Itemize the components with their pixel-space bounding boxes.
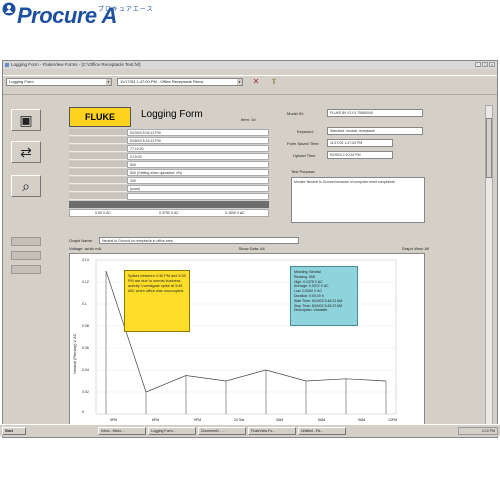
task-button[interactable]: Logging Form... [148,427,196,435]
record-select[interactable]: 11/17/03 1:47:00 PM - Office Receptacle … [117,78,243,86]
start-button[interactable]: Start [2,427,26,435]
transfer-button[interactable]: ⇄ [11,141,41,163]
grid-row: 77:10:00 [69,145,269,152]
open-form-button[interactable]: ▣ [11,109,41,131]
show-data-info: Show Data: All [238,246,265,251]
maximize-button[interactable]: □ [482,62,488,67]
delete-icon[interactable]: ✕ [251,77,261,87]
grid-summary-row: 0.00 V AC 0.3792 V AC 0.1500 V AC [69,209,269,217]
title-bar: Logging Form - FlukeView Forms - [C:\Off… [3,61,497,69]
model-label: Model ID: [287,111,305,116]
graph-name-row: Graph Name: Neutral to Ground on recepta… [69,237,469,245]
grid-row: 500 [69,161,269,168]
panel-bar[interactable] [11,237,41,246]
system-tray: 2:10 PM [458,427,498,435]
brand-kana: プロキュアエース [98,7,154,13]
form-title: Logging Form [141,109,203,120]
grid-row: 0:15:00 [69,153,269,160]
voltage-info: Voltage: ac/dc mA [69,246,102,251]
grid-row: 500 (Getting when uploaded: 4%) [69,169,269,176]
item-label: Item: 1d [241,117,256,122]
upload-time-label: Upload Time [293,153,316,158]
task-button[interactable]: FlukeView Fo... [248,427,296,435]
upload-time-field[interactable]: 5/29/03 2:10:26 PM [327,151,393,159]
form-saved-field[interactable]: 11/17/04 1:47:00 PM [327,139,393,147]
minimize-button[interactable]: _ [475,62,481,67]
annotation-note-yellow[interactable]: Spikes between 2:30 PM and 5:00 PM are d… [124,270,190,332]
x-tick: 3AM [276,418,284,422]
vertical-scrollbar[interactable] [485,105,493,427]
data-grid: 5/23/03 5:03:13 PM 5/28/03 8:15:13 PM 77… [69,129,269,231]
grid-row: 5/23/03 5:03:13 PM [69,129,269,136]
x-tick: 12PM [388,418,398,422]
graph-name-label: Graph Name: [69,238,94,243]
left-panel: ▣ ⇄ ⌕ [7,105,53,425]
annotation-note-cyan[interactable]: Meaning: Neutral Reading: 508 High: 0.13… [290,266,358,326]
close-button[interactable]: × [489,62,495,67]
scroll-thumb[interactable] [486,118,492,178]
chevron-down-icon: ▼ [237,79,242,85]
grid-row: (none) [69,185,269,192]
panel-bar[interactable] [11,251,41,260]
graph-info: Voltage: ac/dc mA Show Data: All Graph V… [69,246,469,253]
grid-row: 5/28/03 8:15:13 PM [69,137,269,144]
app-window: Logging Form - FlukeView Forms - [C:\Off… [2,60,498,438]
find-button[interactable]: ⌕ [11,175,41,197]
form-icon: ▣ [19,112,33,128]
window-title: Logging Form - FlukeView Forms - [C:\Off… [11,62,141,67]
form-area: FLUKE Logging Form Item: 1d Model ID: FL… [61,105,479,427]
purpose-field[interactable]: Monitor Neutral to Ground because of com… [291,177,425,223]
x-tick: 6AM [318,418,326,422]
x-tick: 6PM [152,418,160,422]
keyword-label: Keyword: [297,129,314,134]
model-field[interactable]: FLUKE 89 V1.01 75560040 [327,109,423,117]
task-button[interactable]: Document1 - ... [198,427,246,435]
binoculars-icon: ⌕ [22,178,30,194]
clock: 2:10 PM [481,429,495,433]
trend-plot: Neutral (Primary) V AC 0.14 0.12 0.1 0.0… [69,253,425,427]
task-button[interactable]: Inbox - Micro... [98,427,146,435]
brand-header: Procure A プロキュアエース [0,0,500,40]
grid-header-bar [69,201,269,208]
grid-row: 300 [69,177,269,184]
task-button[interactable]: Untitled - Pa... [298,427,346,435]
keyword-field[interactable]: Standard, neutral, receptacle [327,127,423,135]
purpose-label: Test Purpose: [291,169,316,174]
x-tick: 9AM [358,418,366,422]
graph-view-info: Graph View: All [401,246,429,251]
panel-bar[interactable] [11,265,41,274]
form-saved-label: Form Saved Time [287,141,319,146]
brand-logo-icon [2,2,16,16]
form-select[interactable]: Logging Form ▼ [6,78,112,86]
window-controls: _ □ × [475,62,495,67]
x-tick: 24 Sat [234,418,245,422]
x-tick: 9PM [194,418,202,422]
app-icon [5,63,9,67]
chevron-down-icon: ▼ [106,79,111,85]
graph-name-field[interactable]: Neutral to Ground on receptacle in offic… [99,237,299,244]
transfer-icon: ⇄ [20,144,32,160]
upload-icon[interactable]: ⇪ [269,77,279,87]
fluke-logo: FLUKE [69,107,131,127]
taskbar: Start Inbox - Micro... Logging Form... D… [0,424,500,436]
grid-row [69,193,269,200]
x-tick: 3PM [110,418,118,422]
